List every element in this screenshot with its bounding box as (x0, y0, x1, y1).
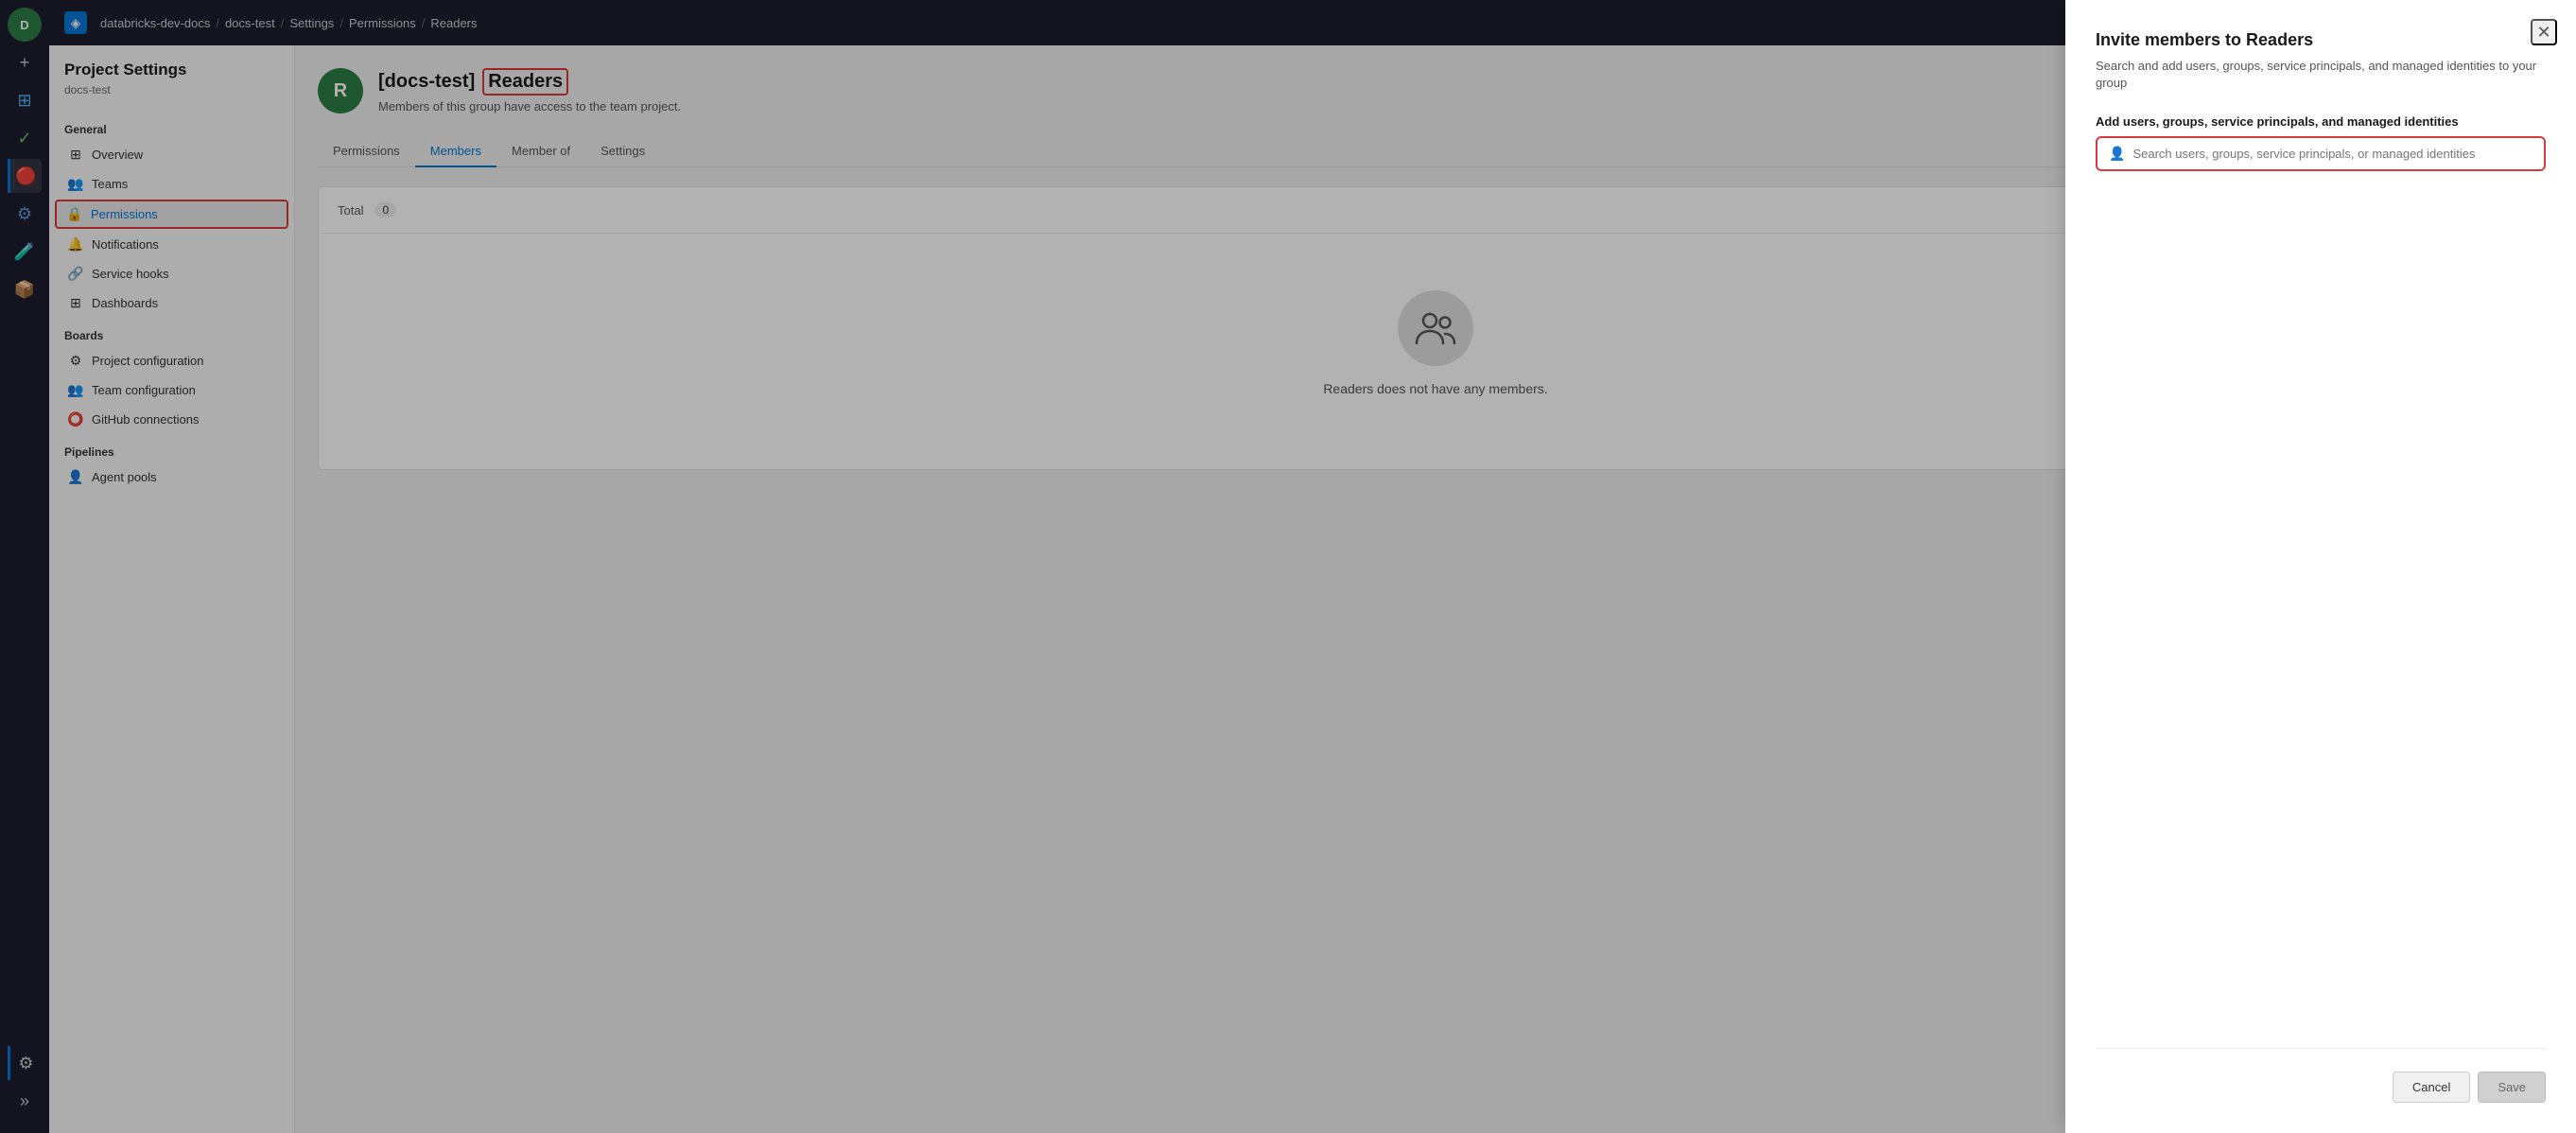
save-button[interactable]: Save (2478, 1072, 2546, 1103)
modal-field-label: Add users, groups, service principals, a… (2096, 114, 2546, 129)
search-container[interactable]: 👤 (2096, 136, 2546, 171)
search-users-input[interactable] (2132, 147, 2532, 161)
modal-subtitle: Search and add users, groups, service pr… (2096, 58, 2546, 92)
modal-close-button[interactable]: ✕ (2531, 19, 2557, 45)
modal-overlay: ✕ Invite members to Readers Search and a… (0, 0, 2576, 1133)
cancel-button[interactable]: Cancel (2393, 1072, 2470, 1103)
invite-modal: ✕ Invite members to Readers Search and a… (2065, 0, 2576, 1133)
modal-footer: Cancel Save (2096, 1048, 2546, 1103)
search-users-icon: 👤 (2109, 146, 2125, 162)
modal-title: Invite members to Readers (2096, 30, 2546, 50)
